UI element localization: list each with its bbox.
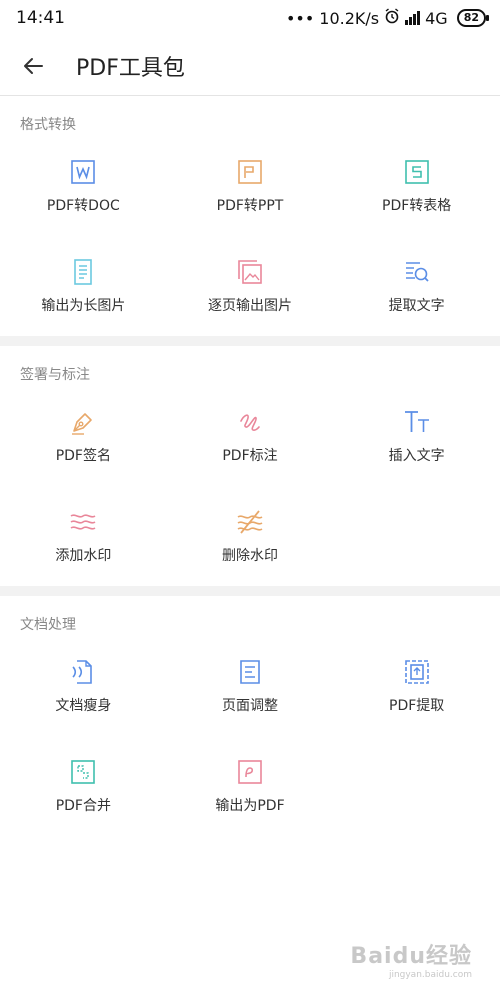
battery-icon: 82	[456, 9, 490, 27]
ppt-icon	[236, 158, 264, 186]
tool-compress-doc[interactable]: 文档瘦身	[0, 636, 167, 736]
tool-label: PDF转表格	[382, 197, 452, 214]
tool-label: 添加水印	[55, 547, 112, 564]
tool-label: 输出为PDF	[215, 797, 285, 814]
status-time: 14:41	[16, 8, 65, 28]
back-arrow-icon	[24, 57, 43, 74]
back-button[interactable]	[18, 51, 48, 81]
export-pdf-icon	[236, 758, 264, 786]
section-title: 格式转换	[20, 117, 76, 133]
watermark-text: Baidu经验	[350, 944, 472, 969]
tool-export-pdf[interactable]: 输出为PDF	[167, 736, 334, 836]
page-adjust-icon	[236, 658, 264, 686]
section-format-conversion: 格式转换 PDF转DOC PDF转PPT PDF转表格 输出为长图片 逐页输出图…	[0, 96, 500, 336]
tool-remove-watermark[interactable]: 删除水印	[167, 486, 334, 586]
signal-icon	[405, 11, 421, 25]
tool-extract-text[interactable]: 提取文字	[333, 236, 500, 336]
tool-label: 输出为长图片	[41, 297, 126, 314]
page-title: PDF工具包	[76, 55, 185, 81]
section-title: 文档处理	[20, 617, 76, 633]
long-image-icon	[69, 258, 97, 286]
tool-pdf-to-ppt[interactable]: PDF转PPT	[167, 136, 334, 236]
tool-pdf-merge[interactable]: PDF合并	[0, 736, 167, 836]
tool-label: PDF提取	[389, 697, 445, 714]
app-header: PDF工具包	[0, 36, 500, 96]
page-image-icon	[236, 258, 264, 286]
section-title: 签署与标注	[20, 367, 90, 383]
alarm-icon	[384, 8, 400, 28]
tool-label: 插入文字	[388, 447, 445, 464]
tool-pdf-annotate[interactable]: PDF标注	[167, 386, 334, 486]
tool-pdf-to-spreadsheet[interactable]: PDF转表格	[333, 136, 500, 236]
tool-export-long-image[interactable]: 输出为长图片	[0, 236, 167, 336]
section-divider	[0, 586, 500, 596]
tool-label: PDF合并	[55, 797, 111, 814]
extract-text-icon	[403, 258, 431, 286]
network-speed: 10.2K/s	[319, 8, 380, 28]
tool-label: PDF转DOC	[46, 197, 120, 214]
pen-signature-icon	[69, 408, 97, 436]
annotate-squiggle-icon	[236, 408, 264, 436]
pdf-merge-icon	[69, 758, 97, 786]
tool-label: 文档瘦身	[55, 697, 112, 714]
compress-doc-icon	[69, 658, 97, 686]
tool-page-adjust[interactable]: 页面调整	[167, 636, 334, 736]
pdf-extract-icon	[403, 658, 431, 686]
add-watermark-icon	[69, 508, 97, 536]
tool-pdf-extract[interactable]: PDF提取	[333, 636, 500, 736]
tool-page-by-page-image[interactable]: 逐页输出图片	[167, 236, 334, 336]
remove-watermark-icon	[236, 508, 264, 536]
tool-pdf-signature[interactable]: PDF签名	[0, 386, 167, 486]
section-divider	[0, 336, 500, 346]
tool-label: PDF转PPT	[216, 197, 284, 214]
word-doc-icon	[69, 158, 97, 186]
insert-text-icon	[403, 408, 431, 436]
tool-label: 页面调整	[221, 697, 278, 714]
status-indicators: ••• 10.2K/s 4G 82	[285, 8, 490, 28]
status-bar: 14:41 ••• 10.2K/s 4G 82	[0, 0, 500, 36]
network-type: 4G	[425, 8, 448, 28]
tool-label: 删除水印	[221, 547, 278, 564]
tool-label: PDF签名	[55, 447, 111, 464]
section-sign-annotate: 签署与标注 PDF签名 PDF标注 插入文字 添加水印 删除水印	[0, 346, 500, 586]
watermark-url: jingyan.baidu.com	[388, 970, 472, 980]
tool-add-watermark[interactable]: 添加水印	[0, 486, 167, 586]
tool-label: PDF标注	[222, 447, 278, 464]
tool-insert-text[interactable]: 插入文字	[333, 386, 500, 486]
baidu-watermark: Baidu经验 jingyan.baidu.com	[350, 938, 472, 980]
tool-label: 逐页输出图片	[207, 297, 292, 314]
spreadsheet-icon	[403, 158, 431, 186]
tool-label: 提取文字	[388, 297, 445, 314]
section-document-processing: 文档处理 文档瘦身 页面调整 PDF提取 PDF合并 输出为PDF	[0, 596, 500, 836]
more-dots-icon: •••	[285, 8, 315, 28]
tool-pdf-to-doc[interactable]: PDF转DOC	[0, 136, 167, 236]
